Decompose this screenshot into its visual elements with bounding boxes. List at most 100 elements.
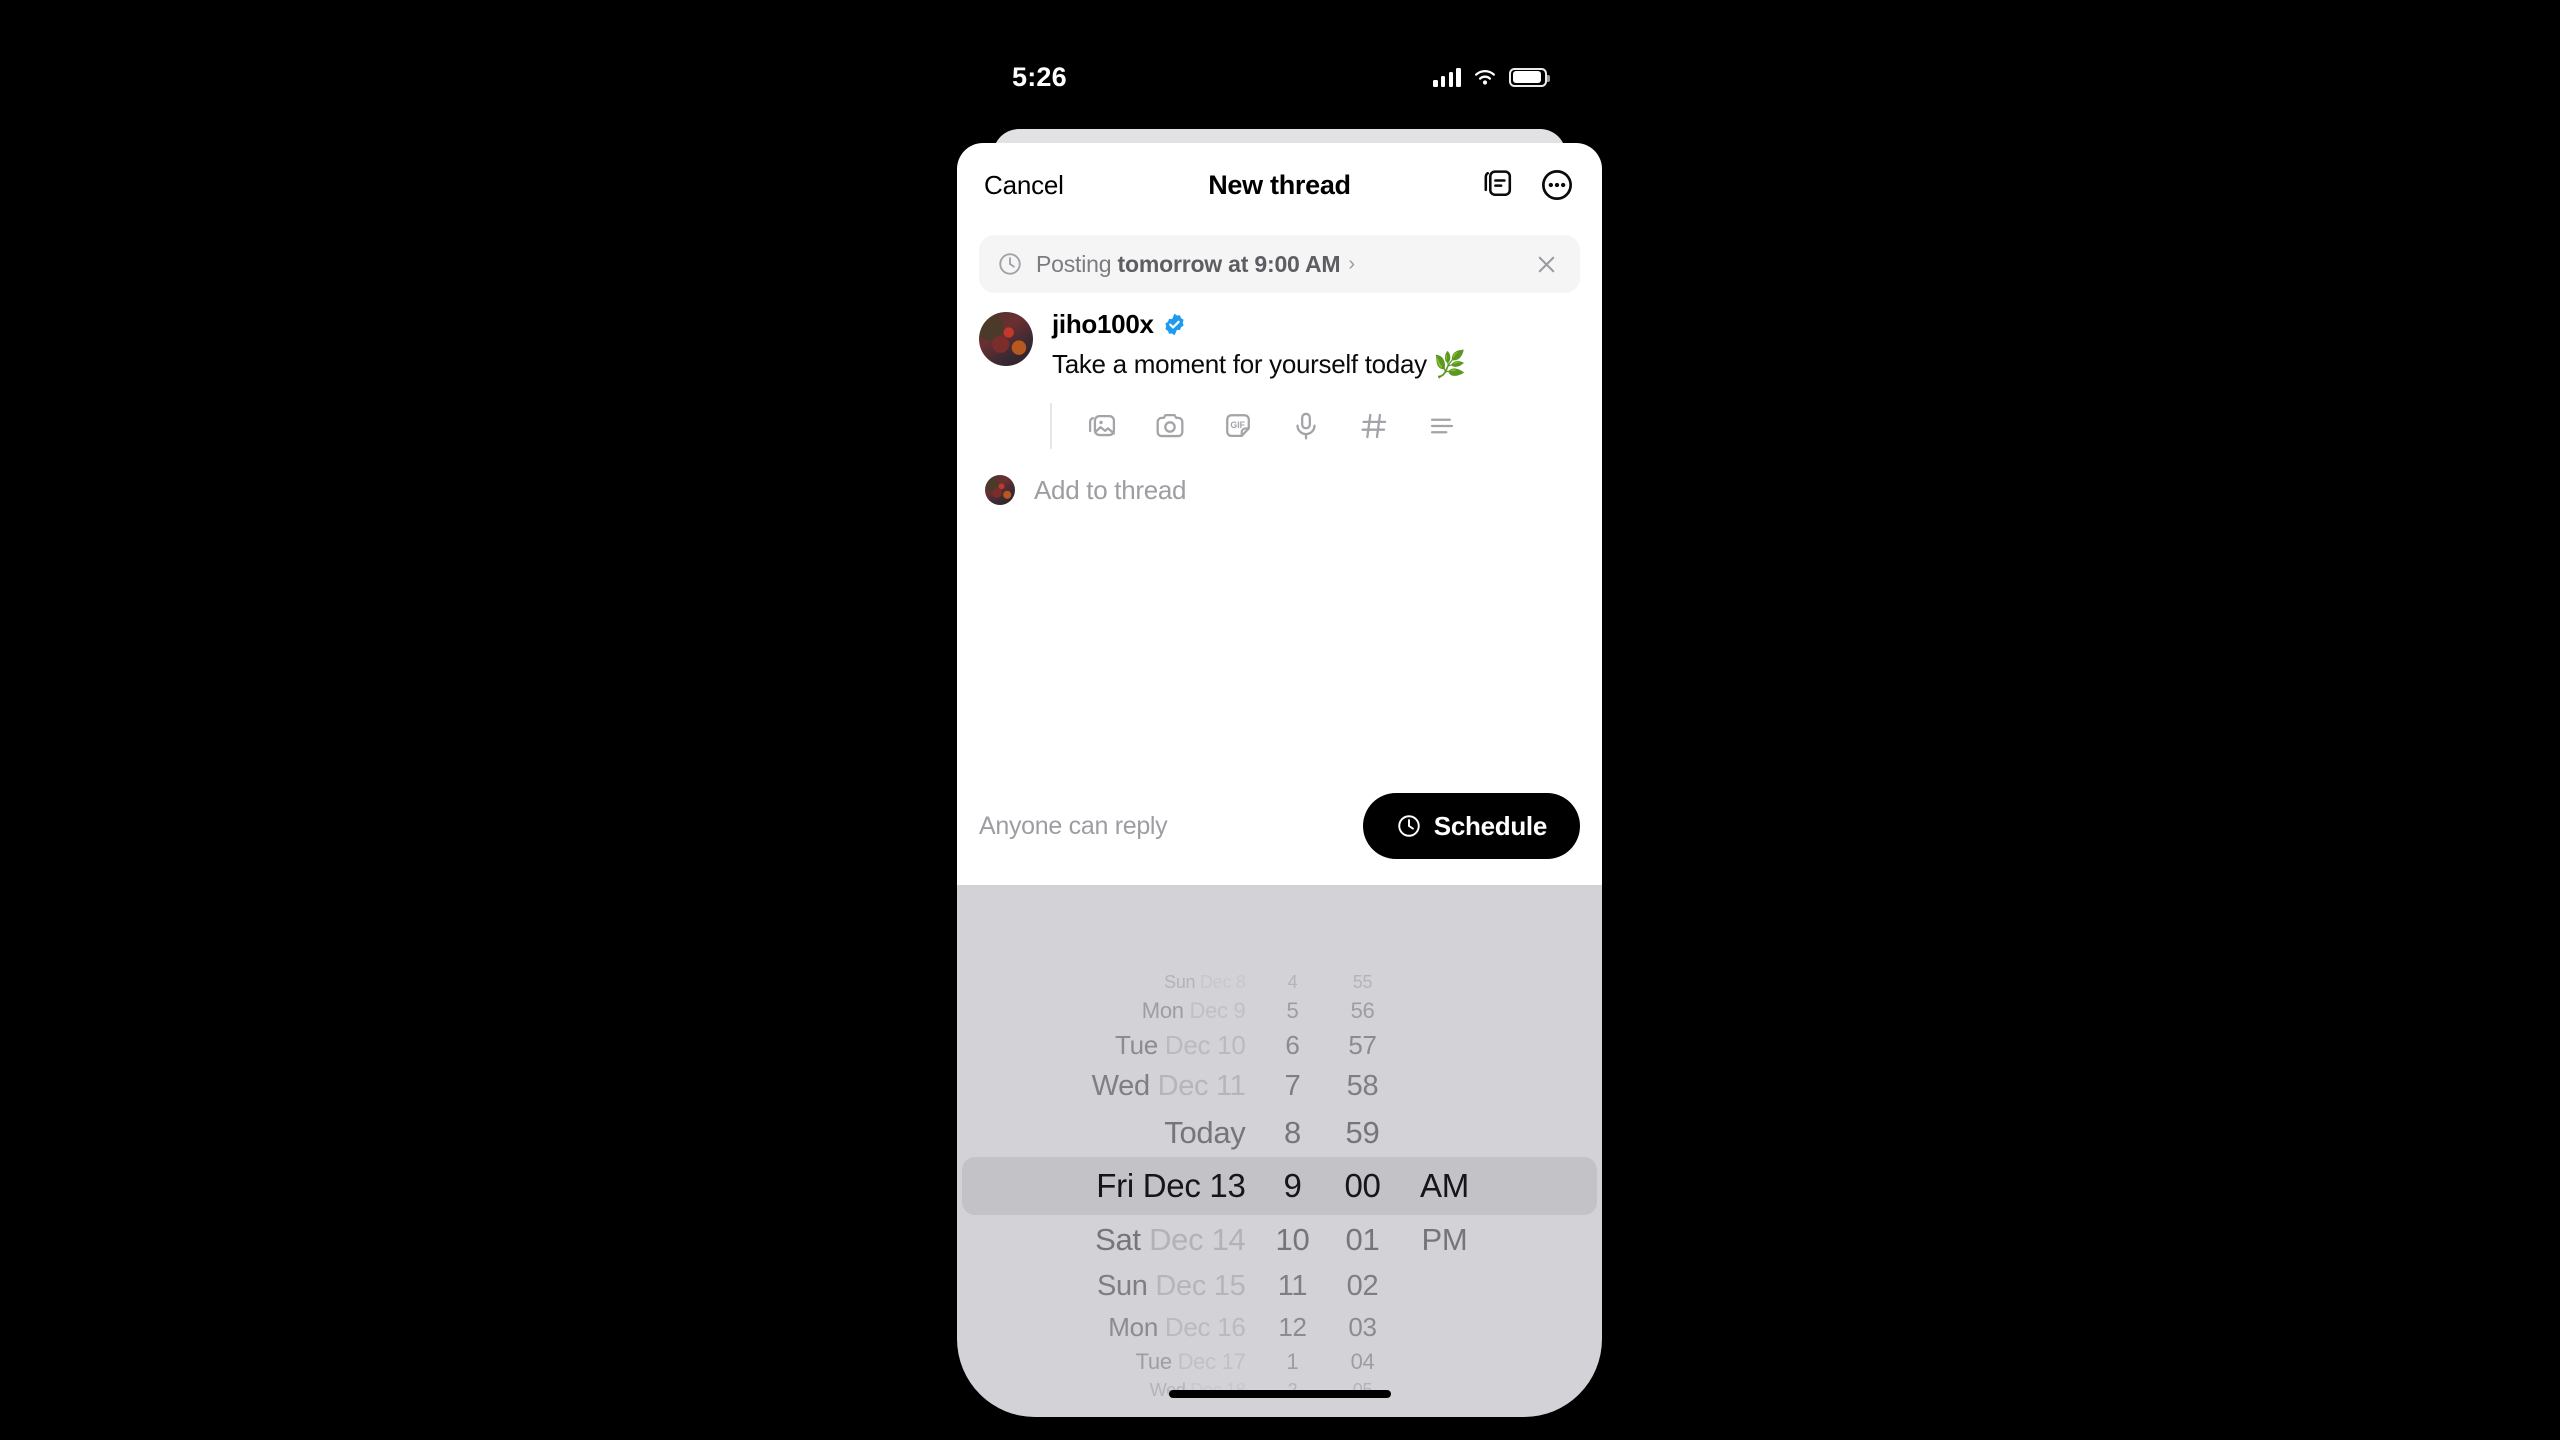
composer-row: jiho100x Take a moment for yourself toda…	[957, 293, 1602, 449]
picker-row[interactable]: Sun Dec 8 4 55	[1072, 969, 1488, 995]
status-bar-time: 5:26	[1012, 61, 1067, 92]
picker-date-cell: Sun Dec 15	[1072, 1270, 1262, 1303]
picker-row[interactable]: Tue Dec 17 1 04	[1072, 1346, 1488, 1377]
verified-badge-icon	[1165, 313, 1184, 336]
picker-monthday: Dec 16	[1164, 1311, 1246, 1342]
picker-hour-cell: 7	[1284, 1069, 1301, 1102]
picker-minute-cell: 04	[1350, 1348, 1375, 1374]
user-row: jiho100x	[1052, 309, 1580, 340]
add-to-thread-row[interactable]: Add to thread	[957, 449, 1602, 506]
picker-row[interactable]: Today 8 59	[1072, 1108, 1488, 1157]
picker-meridiem-cell: AM	[1420, 1167, 1469, 1204]
picker-row[interactable]: Sun Dec 15 11 02	[1072, 1264, 1488, 1308]
picker-weekday: Fri	[1096, 1167, 1143, 1204]
picker-row[interactable]: Tue Dec 10 6 57	[1072, 1026, 1488, 1064]
post-text[interactable]: Take a moment for yourself today 🌿	[1052, 348, 1580, 381]
composer-body: jiho100x Take a moment for yourself toda…	[1050, 309, 1580, 449]
cancel-button[interactable]: Cancel	[984, 170, 1064, 201]
picker-row-selected[interactable]: Fri Dec 13 9 00 AM	[1072, 1157, 1488, 1215]
status-bar: 5:26	[957, 17, 1602, 107]
picker-hour-cell: 6	[1285, 1029, 1300, 1060]
username[interactable]: jiho100x	[1052, 309, 1154, 340]
close-icon[interactable]	[1533, 251, 1560, 278]
picker-rows[interactable]: Sun Dec 8 4 55 Mon Dec 9 5 56 Tue Dec 10 6 57 Wed…	[957, 969, 1602, 1403]
status-bar-icons	[1433, 67, 1550, 87]
picker-hour-cell: 1	[1286, 1348, 1299, 1374]
gif-icon[interactable]: GIF	[1221, 409, 1255, 443]
picker-date-cell: Wed Dec 11	[1072, 1070, 1262, 1103]
picker-date-cell: Today	[1164, 1114, 1246, 1150]
picker-minute-cell: 57	[1348, 1029, 1377, 1060]
picker-weekday: Sun	[1164, 971, 1200, 992]
picker-minute-cell: 03	[1348, 1311, 1377, 1342]
header-actions	[1481, 167, 1575, 203]
picker-hour-cell: 5	[1286, 997, 1299, 1023]
picker-date-cell: Tue Dec 17	[1072, 1349, 1262, 1375]
datetime-picker[interactable]: Sun Dec 8 4 55 Mon Dec 9 5 56 Tue Dec 10 6 57 Wed…	[957, 885, 1602, 1417]
picker-row[interactable]: Wed Dec 11 7 58	[1072, 1064, 1488, 1108]
phone-device-frame: 5:26 Cancel New thread Posting tomorrow …	[957, 17, 1602, 1417]
composer-empty-space[interactable]	[957, 506, 1602, 782]
battery-icon	[1509, 67, 1550, 87]
clock-icon	[999, 253, 1021, 275]
add-to-thread-label: Add to thread	[1034, 474, 1187, 505]
reply-setting-button[interactable]: Anyone can reply	[979, 812, 1168, 841]
picker-monthday: Dec 10	[1164, 1029, 1246, 1060]
picker-weekday: Sun	[1096, 1269, 1156, 1302]
picker-weekday: Mon	[1108, 1311, 1165, 1342]
drafts-icon[interactable]	[1481, 167, 1517, 203]
new-thread-sheet: Cancel New thread Posting tomorrow at 9:…	[957, 143, 1602, 885]
picker-minute-cell: 00	[1344, 1167, 1381, 1204]
picker-meridiem-cell: PM	[1421, 1221, 1468, 1257]
picker-monthday: Dec 15	[1155, 1269, 1246, 1302]
schedule-button-label: Schedule	[1433, 810, 1548, 841]
picker-monthday: Dec 9	[1189, 997, 1246, 1023]
chevron-right-icon: ›	[1348, 252, 1356, 275]
picker-weekday: Wed	[1091, 1069, 1158, 1102]
picker-monthday: Dec 14	[1149, 1221, 1246, 1257]
schedule-banner-text: Posting tomorrow at 9:00 AM	[1036, 250, 1341, 278]
schedule-banner-wrap: Posting tomorrow at 9:00 AM ›	[957, 227, 1602, 293]
picker-date-cell: Mon Dec 9	[1072, 998, 1262, 1024]
wifi-icon	[1475, 69, 1495, 85]
picker-minute-cell: 58	[1346, 1069, 1379, 1102]
picker-monthday: Dec 13	[1142, 1167, 1246, 1204]
schedule-button[interactable]: Schedule	[1362, 793, 1580, 859]
picker-minute-cell: 02	[1346, 1269, 1379, 1302]
banner-time: tomorrow at 9:00 AM	[1117, 250, 1341, 277]
picker-weekday: Tue	[1115, 1029, 1165, 1060]
camera-icon[interactable]	[1153, 409, 1187, 443]
picker-hour-cell: 4	[1287, 971, 1298, 992]
schedule-banner[interactable]: Posting tomorrow at 9:00 AM ›	[979, 235, 1580, 293]
hashtag-icon[interactable]	[1357, 409, 1391, 443]
picker-weekday: Sat	[1095, 1221, 1150, 1257]
picker-monthday: Dec 11	[1157, 1069, 1246, 1102]
photo-gallery-icon[interactable]	[1085, 409, 1119, 443]
home-indicator	[1168, 1390, 1391, 1398]
picker-minute-cell: 01	[1345, 1221, 1380, 1257]
microphone-icon[interactable]	[1289, 409, 1323, 443]
picker-monthday: Dec 8	[1199, 971, 1246, 992]
picker-date-cell: Sun Dec 8	[1072, 972, 1262, 993]
picker-date-cell: Mon Dec 16	[1072, 1312, 1262, 1343]
toolbar-divider	[1050, 402, 1052, 449]
screen-background: 5:26 Cancel New thread Posting tomorrow …	[0, 0, 2560, 1440]
more-circle-icon[interactable]	[1539, 167, 1575, 203]
picker-row[interactable]: Mon Dec 9 5 56	[1072, 995, 1488, 1026]
picker-date-cell: Fri Dec 13	[1072, 1167, 1262, 1205]
attachment-toolbar: GIF	[1050, 402, 1580, 449]
sheet-footer: Anyone can reply Schedule	[957, 781, 1602, 885]
cellular-bars-icon	[1433, 67, 1461, 87]
picker-weekday: Mon	[1141, 997, 1190, 1023]
picker-row[interactable]: Mon Dec 16 12 03	[1072, 1308, 1488, 1346]
picker-weekday: Tue	[1135, 1348, 1178, 1374]
poll-icon[interactable]	[1425, 409, 1459, 443]
picker-row[interactable]: Sat Dec 14 10 01 PM	[1072, 1215, 1488, 1264]
picker-hour-cell: 8	[1284, 1114, 1301, 1150]
picker-hour-cell: 12	[1278, 1311, 1307, 1342]
picker-minute-cell: 55	[1352, 971, 1373, 992]
sheet-header: Cancel New thread	[957, 143, 1602, 227]
avatar[interactable]	[979, 312, 1033, 366]
picker-hour-cell: 9	[1283, 1167, 1302, 1204]
banner-prefix: Posting	[1036, 250, 1112, 277]
